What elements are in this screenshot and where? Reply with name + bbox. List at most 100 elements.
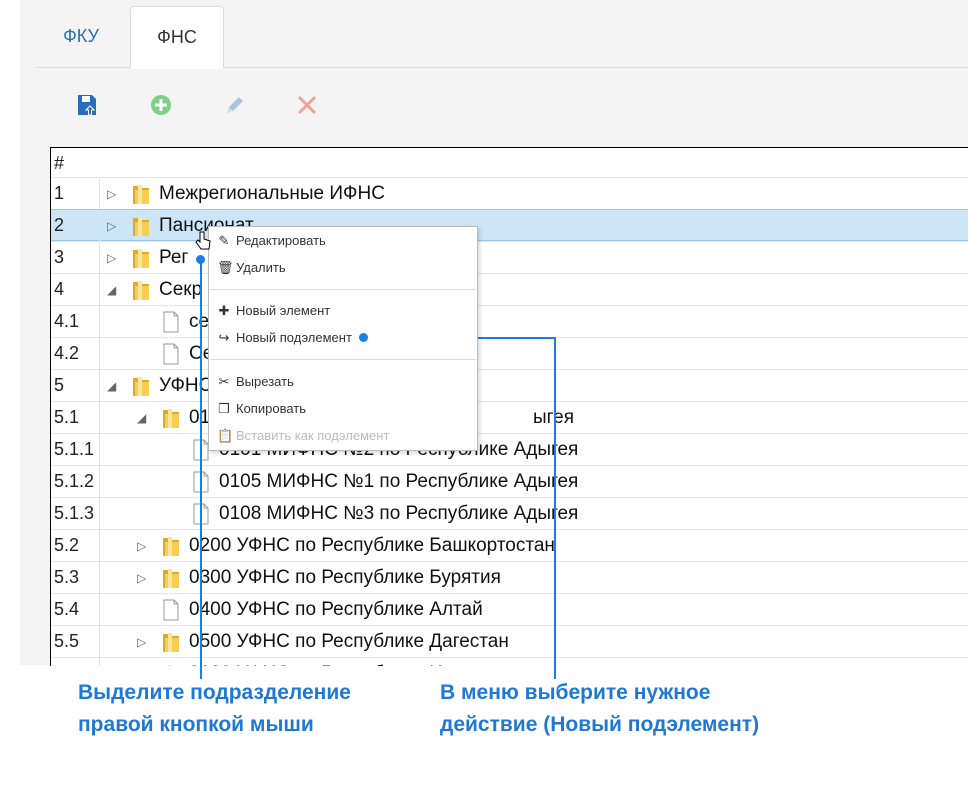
expand-arrow-icon[interactable]: ▷ [107, 219, 116, 233]
callout-line-left [200, 259, 202, 679]
tree-header-row: # [51, 148, 968, 180]
expand-arrow-icon[interactable]: ▷ [107, 251, 116, 265]
tree-row[interactable]: 5.1.3 0108 МИФНС №3 по Республике Адыгея [51, 497, 968, 530]
folder-icon [163, 537, 179, 556]
tree-row[interactable]: 5.1.2 0105 МИФНС №1 по Республике Адыгея [51, 465, 968, 498]
column-divider [99, 434, 100, 466]
tree-row[interactable]: 4 ◢ Секр [51, 273, 968, 306]
folder-icon [133, 185, 149, 204]
tree-node-label[interactable]: 0300 УФНС по Республике Бурятия [189, 567, 501, 589]
expand-arrow-icon[interactable]: ▷ [137, 635, 146, 649]
save-upload-icon[interactable] [74, 92, 100, 118]
row-number: 5.1.2 [54, 471, 95, 491]
folder-icon [163, 633, 179, 652]
tree-row[interactable]: 5.2 ▷ 0200 УФНС по Республике Башкортостан [51, 529, 968, 562]
column-divider [99, 466, 100, 498]
collapse-arrow-icon[interactable]: ◢ [137, 411, 146, 425]
row-number: 5.3 [54, 567, 80, 587]
mouse-cursor-icon [195, 231, 211, 256]
tree-node-label[interactable]: УФНС [159, 375, 212, 397]
file-icon [163, 343, 179, 365]
tree-node-label[interactable]: 0108 МИФНС №3 по Республике Адыгея [219, 503, 578, 525]
plus-icon: ✚ [218, 303, 230, 318]
callout-text-right: В меню выберите нужное действие (Новый п… [440, 677, 759, 741]
tree-node-label[interactable]: 0600 УФНС по Республике Ингушетия [189, 663, 525, 666]
menu-item-new-subelement[interactable]: ↪ Новый подэлемент [217, 327, 352, 349]
tree-row[interactable]: 4.2Се [51, 337, 968, 370]
tree-row[interactable]: 5.6▷0600 УФНС по Республике Ингушетия [51, 657, 968, 666]
column-divider [99, 498, 100, 530]
column-divider [99, 594, 100, 626]
callout-text-left: Выделите подразделение правой кнопкой мы… [78, 677, 351, 741]
menu-item-copy[interactable]: ❐ Копировать [217, 398, 306, 420]
edit-icon[interactable] [222, 92, 248, 118]
tree-node-label[interactable]: 0200 УФНС по Республике Башкортостан [189, 535, 555, 557]
column-divider [99, 562, 100, 594]
column-divider [99, 626, 100, 658]
column-divider [99, 402, 100, 434]
column-divider [99, 274, 100, 306]
row-number: 1 [54, 183, 65, 203]
callout-dot-right [359, 333, 368, 342]
row-number: 5.1.3 [54, 503, 95, 523]
column-divider [99, 210, 100, 242]
expand-arrow-icon[interactable]: ▷ [137, 539, 146, 553]
row-number: 2 [54, 215, 65, 235]
tree-node-label[interactable]: Секр [159, 279, 202, 301]
column-divider [99, 306, 100, 338]
menu-item-delete[interactable]: 🗑 Удалить [217, 257, 286, 279]
row-number: 5.4 [54, 599, 80, 619]
add-icon[interactable] [148, 92, 174, 118]
collapse-arrow-icon[interactable]: ◢ [107, 283, 116, 297]
tab-fns[interactable]: ФНС [130, 6, 224, 69]
tab-fku[interactable]: ФКУ [44, 6, 118, 67]
tree-row[interactable]: 1 ▷ Межрегиональные ИФНС [51, 177, 968, 210]
column-divider [99, 530, 100, 562]
menu-item-new-element[interactable]: ✚ Новый элемент [217, 300, 331, 322]
paste-icon: 📋 [217, 428, 234, 443]
menu-item-label: Копировать [236, 401, 306, 416]
tree-node-label[interactable]: 0400 УФНС по Республике Алтай [189, 599, 483, 621]
folder-icon [133, 217, 149, 236]
callout-line-right-vertical [554, 337, 556, 679]
tree-row[interactable]: 5.4 0400 УФНС по Республике Алтай [51, 593, 968, 626]
tree-row[interactable]: 4.1се [51, 305, 968, 338]
menu-item-cut[interactable]: ✂ Вырезать [217, 371, 294, 393]
subitem-arrow-icon: ↪ [218, 330, 230, 345]
pencil-icon: ✎ [218, 233, 230, 248]
collapse-arrow-icon[interactable]: ◢ [107, 379, 116, 393]
file-icon [163, 599, 179, 621]
tree-node-label[interactable]: 0500 УФНС по Республике Дагестан [189, 631, 509, 653]
tree-node-label[interactable]: Межрегиональные ИФНС [159, 183, 385, 205]
expand-arrow-icon[interactable]: ▷ [137, 571, 146, 585]
delete-icon[interactable] [294, 92, 320, 118]
expand-arrow-icon[interactable]: ▷ [107, 187, 116, 201]
column-header-number: # [54, 153, 65, 173]
file-icon [163, 311, 179, 333]
column-divider [99, 370, 100, 402]
callout-line-2: действие (Новый подэлемент) [440, 713, 760, 736]
copy-icon: ❐ [218, 401, 230, 416]
tree-row[interactable]: 5 ◢ УФНС [51, 369, 968, 402]
row-number: 4.1 [54, 311, 80, 331]
menu-item-label: Вставить как подэлемент [236, 428, 390, 443]
tree-row[interactable]: 5.5 ▷ 0500 УФНС по Республике Дагестан [51, 625, 968, 658]
row-number: 5 [54, 375, 65, 395]
tree-row[interactable]: 5.1.10101 МИФНС №2 по Республике Адыгея [51, 433, 968, 466]
callout-line-1: Выделите подразделение [78, 681, 351, 704]
row-number: 3 [54, 247, 65, 267]
tree-row[interactable]: 2 ▷ Пансионат [51, 209, 968, 242]
tree-node-label[interactable]: 0105 МИФНС №1 по Республике Адыгея [219, 471, 578, 493]
menu-item-label: Новый элемент [236, 303, 331, 318]
row-number: 5.1.1 [54, 439, 95, 459]
menu-item-label: Новый подэлемент [236, 330, 352, 345]
tree-row[interactable]: 5.3 ▷ 0300 УФНС по Республике Бурятия [51, 561, 968, 594]
folder-icon [133, 377, 149, 396]
trash-icon: 🗑 [217, 260, 234, 275]
tree-row[interactable]: 5.1◢01ыгея [51, 401, 968, 434]
tree-row[interactable]: 3 ▷ Рег [51, 241, 968, 274]
menu-item-edit[interactable]: ✎ Редактировать [217, 230, 326, 252]
tab-bar: ФКУ ФНС [36, 0, 968, 69]
tree-node-label[interactable]: Рег [159, 247, 188, 269]
context-menu: ✎ Редактировать 🗑 Удалить ✚ Новый элемент ↪… [208, 226, 478, 451]
